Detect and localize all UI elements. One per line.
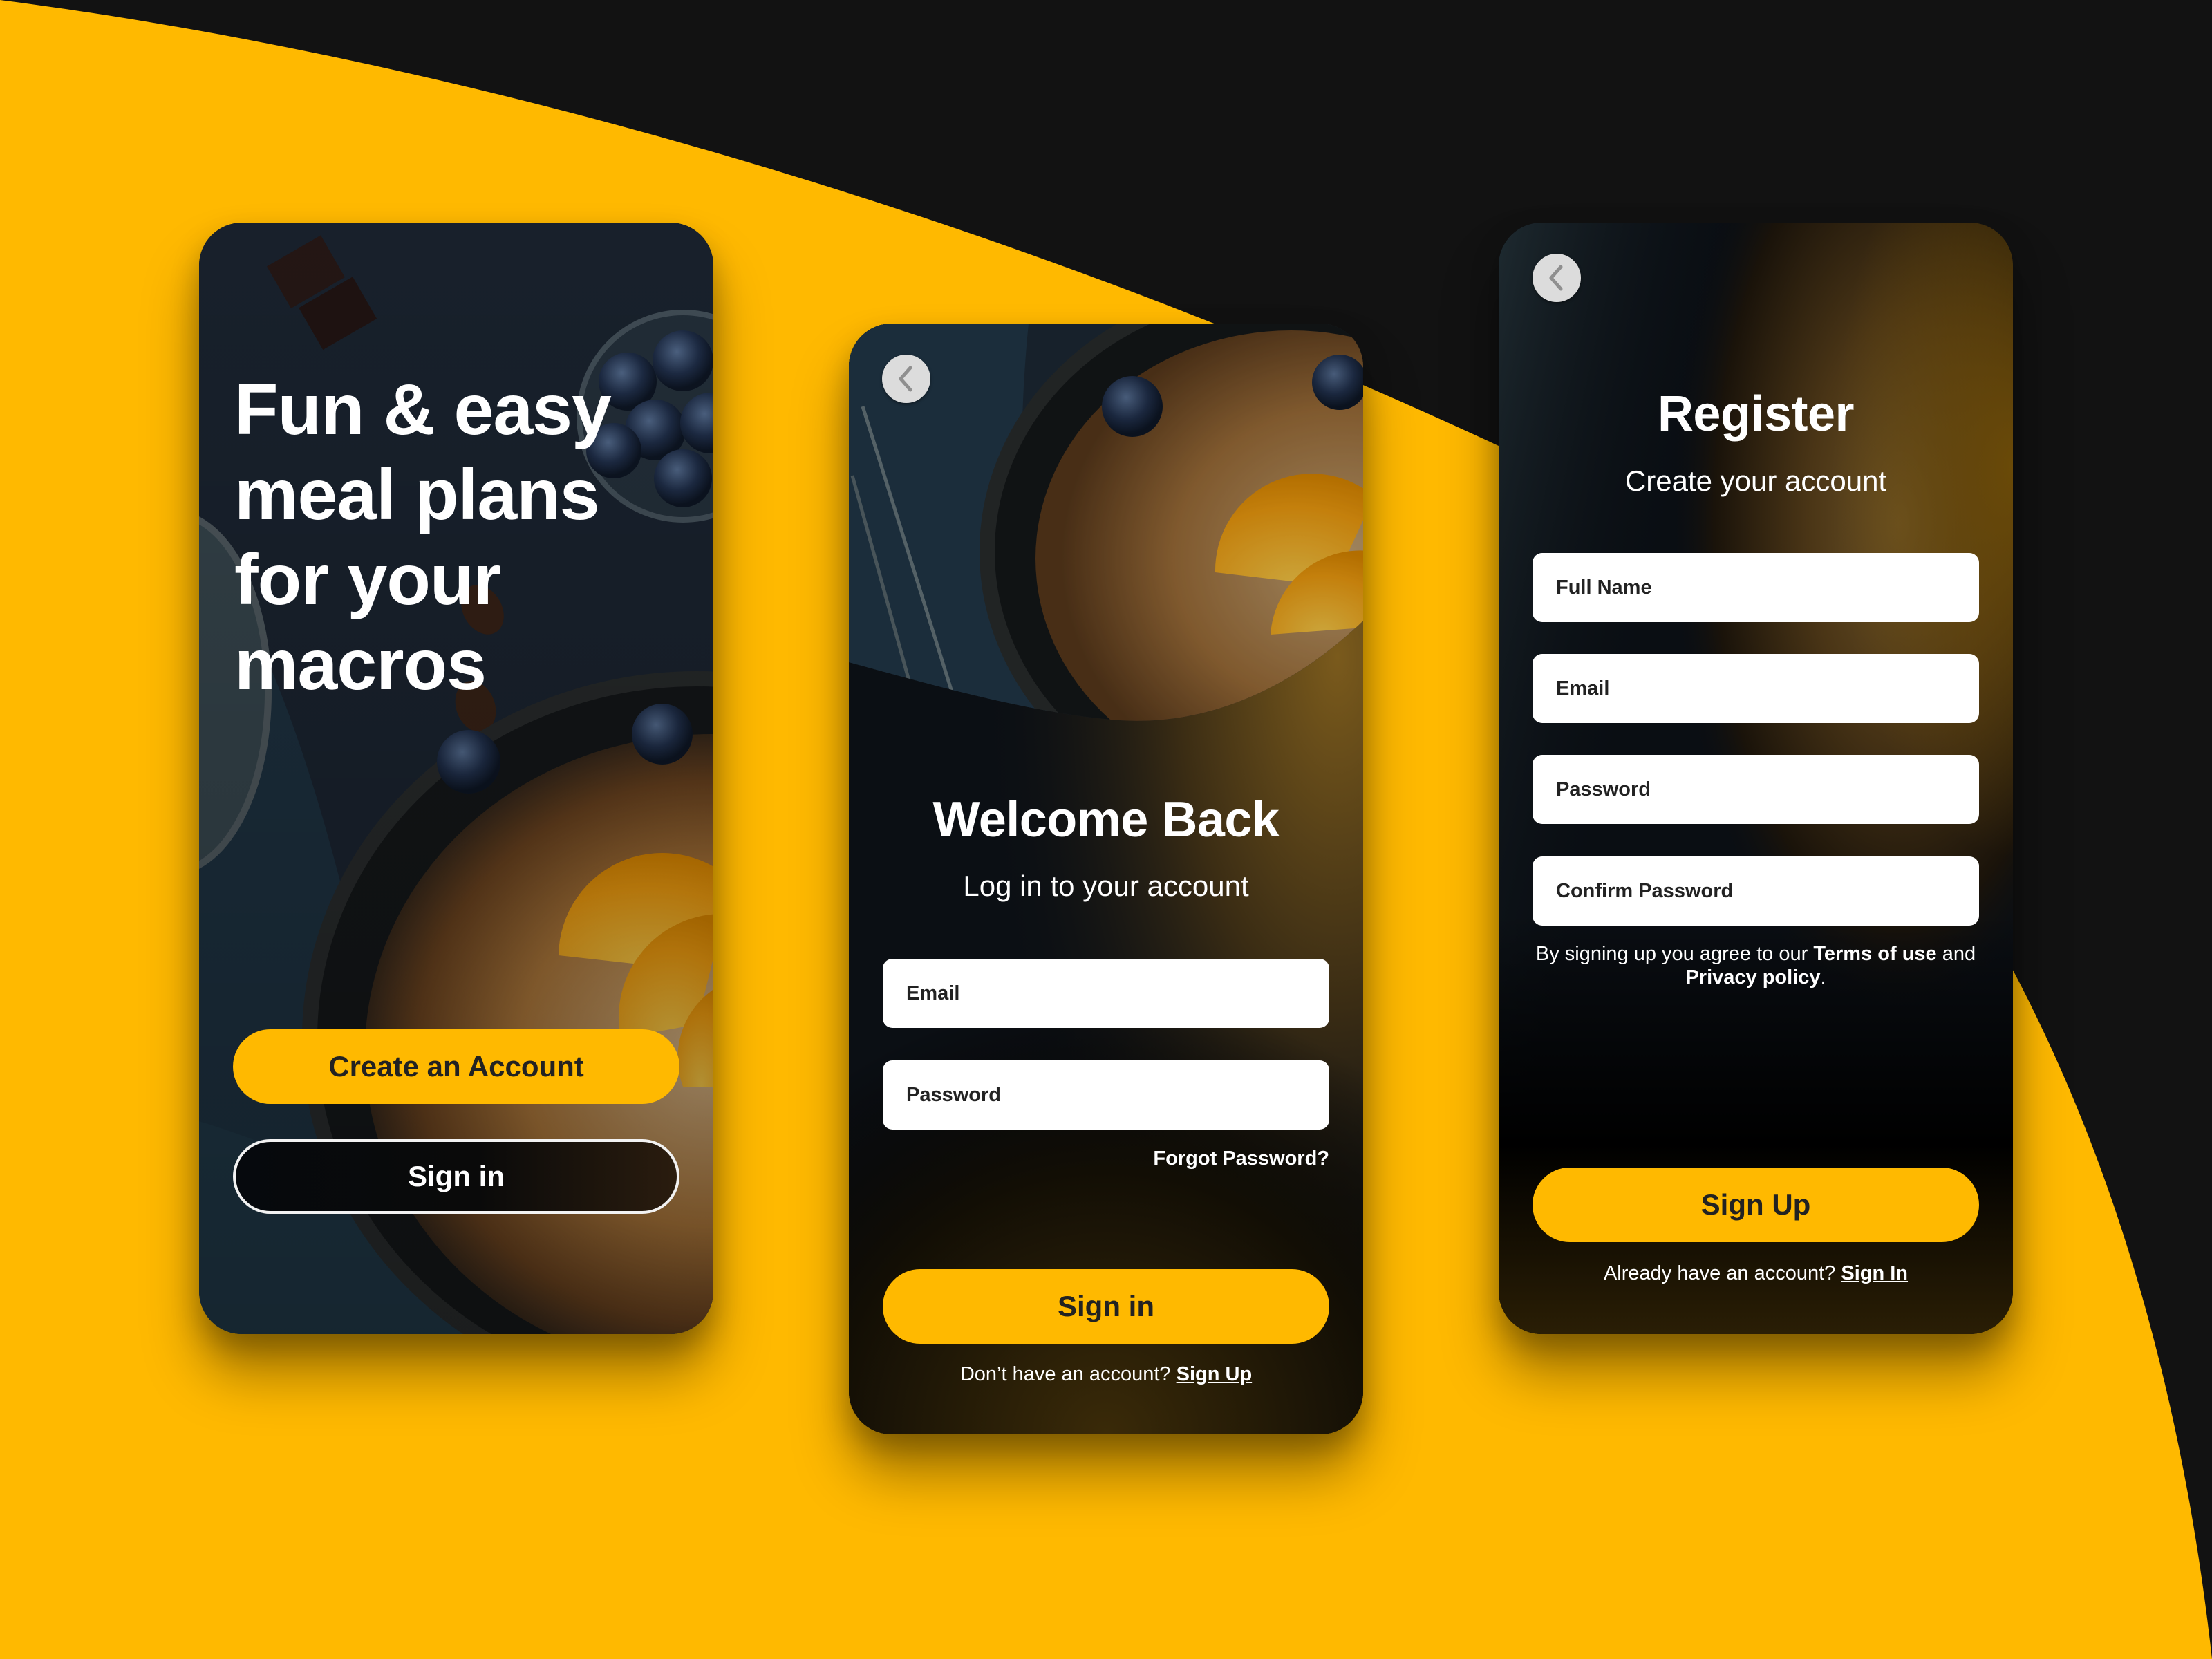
email-field[interactable] [1533,654,1979,723]
login-subtitle: Log in to your account [963,870,1249,902]
create-account-button[interactable]: Create an Account [233,1029,679,1104]
signin-prompt: Already have an account? Sign In [1499,1262,2013,1285]
chevron-left-icon [899,366,912,392]
full-name-input[interactable] [1556,576,1979,599]
confirm-password-input[interactable] [1556,879,1979,903]
terms-notice: By signing up you agree to our Terms of … [1499,942,2013,989]
email-input[interactable] [1556,677,1979,700]
password-field[interactable] [1533,755,1979,824]
back-button[interactable] [1533,254,1581,302]
full-name-field[interactable] [1533,553,1979,622]
sign-up-button[interactable]: Sign Up [1533,1168,1979,1242]
terms-prefix: By signing up you agree to our [1535,943,1814,965]
terms-of-use-link[interactable]: Terms of use [1813,943,1936,965]
signup-prompt-text: Don’t have an account? [959,1363,1177,1385]
password-input[interactable] [1556,778,1979,801]
password-field[interactable] [883,1060,1329,1130]
signin-prompt-text: Already have an account? [1603,1262,1841,1284]
confirm-password-field[interactable] [1533,856,1979,926]
register-subtitle: Create your account [1624,465,1887,497]
hero-headline: Fun & easy meal plans for your macros [234,370,612,705]
email-input[interactable] [906,982,1329,1005]
sign-up-link[interactable]: Sign Up [1177,1363,1253,1385]
register-title: Register [1657,386,1855,442]
back-button[interactable] [882,355,930,403]
terms-suffix: . [1820,966,1826,988]
terms-middle: and [1936,943,1976,965]
sign-in-link[interactable]: Sign In [1841,1262,1908,1284]
login-title: Welcome Back [932,792,1280,847]
privacy-policy-link[interactable]: Privacy policy [1685,966,1820,988]
login-sign-in-button[interactable]: Sign in [883,1269,1329,1344]
register-screen: Register Create your account By signing … [1499,223,2013,1334]
welcome-screen: Fun & easy meal plans for your macros Cr… [199,223,713,1334]
chevron-left-icon [1549,265,1563,291]
signup-prompt: Don’t have an account? Sign Up [849,1363,1363,1386]
forgot-password-link[interactable]: Forgot Password? [1153,1147,1329,1170]
sign-in-button[interactable]: Sign in [233,1139,679,1214]
email-field[interactable] [883,959,1329,1028]
login-screen: Welcome Back Log in to your account Forg… [849,324,1363,1434]
password-input[interactable] [906,1083,1329,1107]
